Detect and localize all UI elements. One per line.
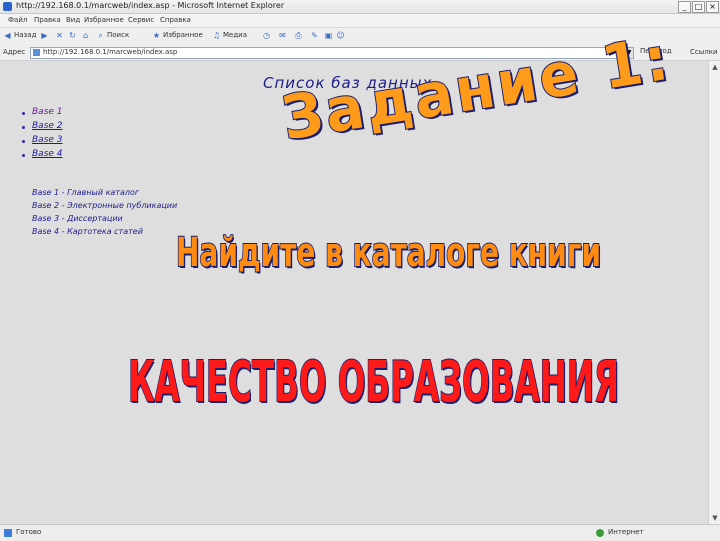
back-arrow-icon[interactable]: ◀ <box>3 31 12 40</box>
edit-icon[interactable]: ✎ <box>310 31 319 40</box>
topic-heading: КАЧЕСТВО ОБРАЗОВАНИЯ <box>127 350 620 415</box>
media-button[interactable]: Медиа <box>223 31 247 39</box>
menu-file[interactable]: Файл <box>8 16 27 24</box>
minimize-button[interactable]: _ <box>678 1 691 13</box>
title-bar: http://192.168.0.1/marcweb/index.asp - M… <box>0 0 720 14</box>
bullet-icon <box>22 140 25 143</box>
page-icon <box>33 49 40 56</box>
list-item: Base 1 <box>22 107 63 121</box>
history-icon[interactable]: ◷ <box>262 31 271 40</box>
print-icon[interactable]: ⎙ <box>294 31 303 40</box>
scroll-up-icon[interactable]: ▲ <box>710 62 720 72</box>
list-item: Base 2 <box>22 121 63 135</box>
favorites-button[interactable]: Избранное <box>163 31 203 39</box>
menu-edit[interactable]: Правка <box>34 16 61 24</box>
menu-bar: Файл Правка Вид Избранное Сервис Справка <box>0 14 720 28</box>
browser-window: http://192.168.0.1/marcweb/index.asp - M… <box>0 0 720 541</box>
legend-line: Base 1 - Главный каталог <box>32 188 140 197</box>
menu-tools[interactable]: Сервис <box>128 16 154 24</box>
messenger-icon[interactable]: ☺ <box>336 31 345 40</box>
bullet-icon <box>22 112 25 115</box>
favorites-star-icon[interactable]: ★ <box>152 31 161 40</box>
mail-icon[interactable]: ✉ <box>278 31 287 40</box>
database-link-base-3[interactable]: Base 3 <box>32 135 63 145</box>
status-text: Готово <box>16 528 42 536</box>
ie-logo-icon <box>3 2 12 11</box>
bullet-icon <box>22 126 25 129</box>
links-button[interactable]: Ссылки <box>690 48 718 56</box>
bullet-icon <box>22 154 25 157</box>
vertical-scrollbar[interactable]: ▲ ▼ <box>708 61 720 524</box>
legend-line: Base 4 - Картотека статей <box>32 227 143 236</box>
database-link-base-4[interactable]: Base 4 <box>32 149 63 159</box>
search-button[interactable]: Поиск <box>107 31 129 39</box>
internet-zone-icon <box>596 529 604 537</box>
database-legend: Base 1 - Главный каталог Base 2 - Электр… <box>32 188 177 240</box>
database-link-base-1[interactable]: Base 1 <box>32 107 63 117</box>
search-icon[interactable]: ⌕ <box>96 31 105 40</box>
back-button[interactable]: Назад <box>14 31 36 39</box>
list-item: Base 4 <box>22 149 63 163</box>
legend-line: Base 2 - Электронные публикации <box>32 201 178 210</box>
address-label: Адрес <box>3 48 26 56</box>
refresh-icon[interactable]: ↻ <box>68 31 77 40</box>
address-url[interactable]: http://192.168.0.1/marcweb/index.asp <box>43 48 177 56</box>
scroll-down-icon[interactable]: ▼ <box>710 513 720 523</box>
window-title: http://192.168.0.1/marcweb/index.asp - M… <box>16 1 285 10</box>
status-bar: Готово Интернет <box>0 524 720 541</box>
list-item: Base 3 <box>22 135 63 149</box>
maximize-button[interactable]: □ <box>692 1 705 13</box>
discuss-icon[interactable]: ▣ <box>324 31 333 40</box>
menu-help[interactable]: Справка <box>160 16 191 24</box>
database-link-base-2[interactable]: Base 2 <box>32 121 63 131</box>
instruction-heading: Найдите в каталоге книги <box>175 230 601 276</box>
forward-arrow-icon[interactable]: ▶ <box>40 31 49 40</box>
legend-line: Base 3 - Диссертации <box>32 214 123 223</box>
database-list: Base 1 Base 2 Base 3 Base 4 <box>22 107 63 163</box>
zone-text: Интернет <box>608 528 644 536</box>
home-icon[interactable]: ⌂ <box>81 31 90 40</box>
stop-icon[interactable]: ✕ <box>55 31 64 40</box>
page-done-icon <box>4 529 12 537</box>
menu-favorites[interactable]: Избранное <box>84 16 124 24</box>
menu-view[interactable]: Вид <box>66 16 80 24</box>
close-button[interactable]: × <box>706 1 719 13</box>
media-icon[interactable]: ♫ <box>212 31 221 40</box>
